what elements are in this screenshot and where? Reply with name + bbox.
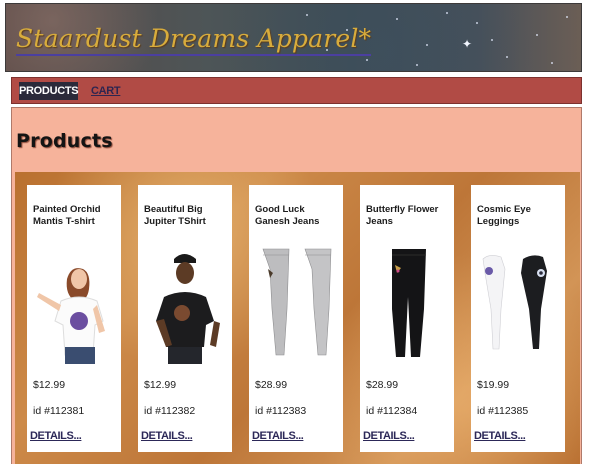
- product-id: id #112383: [255, 405, 307, 417]
- product-image-woman-tshirt: [37, 268, 105, 364]
- details-link[interactable]: DETAILS...: [363, 430, 415, 442]
- product-price: $28.99: [366, 379, 399, 391]
- product-price: $28.99: [255, 379, 288, 391]
- product-card: Painted Orchid Mantis T-shirt $12.99 id …: [27, 185, 121, 452]
- product-card: Cosmic Eye Leggings $19.99 id #112385 DE…: [471, 185, 565, 452]
- product-name: Cosmic Eye Leggings: [477, 204, 531, 227]
- product-name: Butterfly Flower Jeans: [366, 204, 439, 227]
- nav-products-link[interactable]: PRODUCTS: [19, 82, 79, 100]
- details-link[interactable]: DETAILS...: [30, 430, 82, 442]
- page-title: Products: [16, 130, 113, 152]
- products-section: Products Painted Orchid Mantis T-shirt $…: [11, 107, 582, 464]
- product-name: Good Luck Ganesh Jeans: [255, 204, 320, 227]
- product-name: Painted Orchid Mantis T-shirt: [33, 204, 101, 227]
- product-id: id #112382: [144, 405, 196, 417]
- product-price: $19.99: [477, 379, 510, 391]
- product-grid: Painted Orchid Mantis T-shirt $12.99 id …: [15, 172, 580, 464]
- details-link[interactable]: DETAILS...: [252, 430, 304, 442]
- product-name: Beautiful Big Jupiter TShirt: [144, 204, 206, 227]
- product-image-black-jeans: [392, 249, 426, 357]
- product-card: Beautiful Big Jupiter TShirt $12.99 id #…: [138, 185, 232, 452]
- details-link[interactable]: DETAILS...: [141, 430, 193, 442]
- details-link[interactable]: DETAILS...: [474, 430, 526, 442]
- site-logo[interactable]: Staardust Dreams Apparel*: [16, 24, 372, 56]
- product-image-grey-jeans: [262, 248, 332, 356]
- nav-cart-link[interactable]: CART: [91, 82, 121, 100]
- product-id: id #112385: [477, 405, 529, 417]
- product-id: id #112384: [366, 405, 418, 417]
- header-banner: ✦ Staardust Dreams Apparel*: [5, 3, 582, 72]
- main-nav: PRODUCTS CART: [11, 77, 582, 104]
- product-price: $12.99: [33, 379, 66, 391]
- product-image-leggings: [482, 255, 547, 350]
- product-id: id #112381: [33, 405, 85, 417]
- product-card: Good Luck Ganesh Jeans $28.99 id #112383…: [249, 185, 343, 452]
- product-price: $12.99: [144, 379, 177, 391]
- sparkle-icon: ✦: [462, 37, 473, 51]
- product-card: Butterfly Flower Jeans $28.99 id #112384…: [360, 185, 454, 452]
- product-image-man-tshirt: [156, 254, 220, 364]
